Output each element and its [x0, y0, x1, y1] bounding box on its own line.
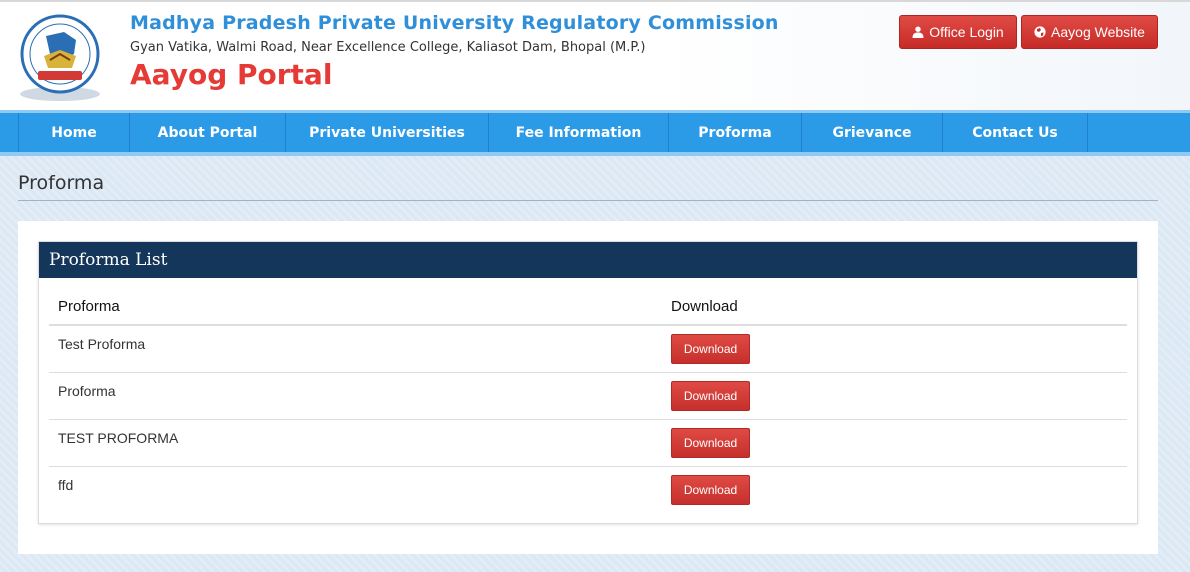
- title-divider: [18, 200, 1158, 201]
- download-button[interactable]: Download: [671, 475, 750, 505]
- nav-item-about-portal[interactable]: About Portal: [130, 113, 286, 152]
- user-icon: [912, 26, 924, 38]
- column-header-proforma: Proforma: [58, 298, 120, 315]
- proforma-name: Test Proforma: [58, 336, 146, 352]
- proforma-name: ffd: [58, 477, 74, 493]
- site-header: Madhya Pradesh Private University Regula…: [0, 0, 1190, 110]
- table-row: Test Proforma Download: [49, 326, 1127, 373]
- office-login-label: Office Login: [929, 24, 1004, 40]
- table-header-row: Proforma Download: [49, 290, 1127, 326]
- main-nav-bar: Home About Portal Private Universities F…: [0, 110, 1190, 156]
- nav-item-fee-information[interactable]: Fee Information: [489, 113, 669, 152]
- nav-item-proforma[interactable]: Proforma: [669, 113, 802, 152]
- table-row: Proforma Download: [49, 373, 1127, 420]
- download-button[interactable]: Download: [671, 381, 750, 411]
- globe-icon: [1034, 26, 1046, 38]
- nav-item-home[interactable]: Home: [19, 113, 130, 152]
- nav-item-contact-us[interactable]: Contact Us: [943, 113, 1088, 152]
- column-header-download: Download: [671, 298, 738, 315]
- page-title: Proforma: [18, 172, 105, 194]
- proforma-name: TEST PROFORMA: [58, 430, 179, 446]
- download-button[interactable]: Download: [671, 428, 750, 458]
- aayog-website-button[interactable]: Aayog Website: [1021, 15, 1158, 49]
- nav-item-grievance[interactable]: Grievance: [802, 113, 943, 152]
- download-button[interactable]: Download: [671, 334, 750, 364]
- main-nav: Home About Portal Private Universities F…: [18, 113, 1088, 152]
- card-title: Proforma List: [39, 242, 1137, 278]
- org-address: Gyan Vatika, Walmi Road, Near Excellence…: [130, 40, 646, 55]
- proforma-name: Proforma: [58, 383, 116, 399]
- proforma-table: Proforma Download Test Proforma Download…: [49, 290, 1127, 514]
- table-row: ffd Download: [49, 467, 1127, 514]
- aayog-website-label: Aayog Website: [1051, 24, 1145, 40]
- commission-seal-logo: [20, 14, 100, 101]
- nav-item-private-universities[interactable]: Private Universities: [286, 113, 489, 152]
- proforma-list-card: Proforma List Proforma Download Test Pro…: [38, 241, 1138, 524]
- table-row: TEST PROFORMA Download: [49, 420, 1127, 467]
- office-login-button[interactable]: Office Login: [899, 15, 1017, 49]
- portal-title: Aayog Portal: [130, 58, 333, 91]
- org-title: Madhya Pradesh Private University Regula…: [130, 12, 779, 34]
